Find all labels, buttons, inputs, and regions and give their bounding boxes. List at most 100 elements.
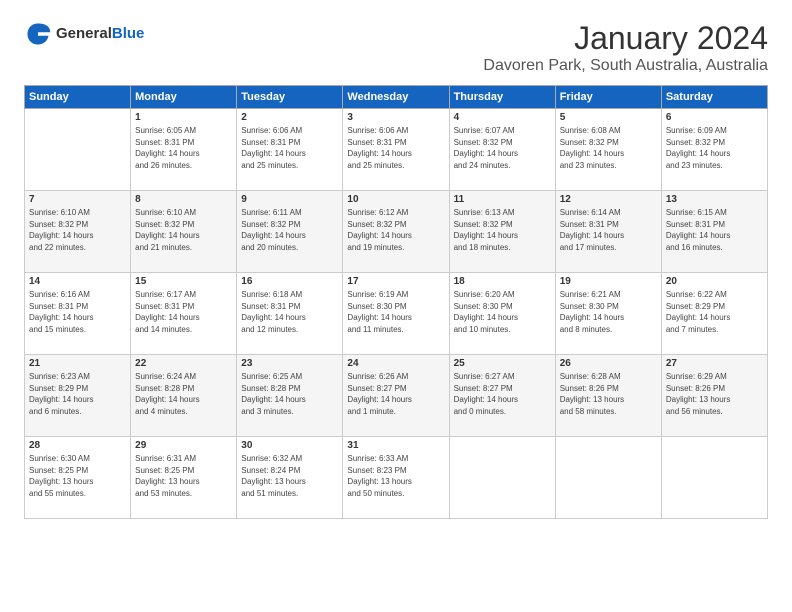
day-cell: 10Sunrise: 6:12 AM Sunset: 8:32 PM Dayli… [343,191,449,273]
day-cell: 14Sunrise: 6:16 AM Sunset: 8:31 PM Dayli… [25,273,131,355]
day-info: Sunrise: 6:13 AM Sunset: 8:32 PM Dayligh… [454,207,551,253]
day-info: Sunrise: 6:26 AM Sunset: 8:27 PM Dayligh… [347,371,444,417]
header-row: SundayMondayTuesdayWednesdayThursdayFrid… [25,86,768,109]
day-cell: 30 Sunrise: 6:32 AM Sunset: 8:24 PM Dayli… [237,437,343,519]
day-cell: 18 Sunrise: 6:20 AM Sunset: 8:30 PM Dayli… [449,273,555,355]
day-cell [25,109,131,191]
day-cell: 11 Sunrise: 6:13 AM Sunset: 8:32 PM Dayli… [449,191,555,273]
week-row-2: 14Sunrise: 6:16 AM Sunset: 8:31 PM Dayli… [25,273,768,355]
day-cell: 8Sunrise: 6:10 AM Sunset: 8:32 PM Daylig… [131,191,237,273]
page: GeneralBlue January 2024 Davoren Park, S… [0,0,792,612]
header-cell-sunday: Sunday [25,86,131,109]
day-info: Sunrise: 6:24 AM Sunset: 8:28 PM Dayligh… [135,371,232,417]
day-number: 16 [241,276,338,287]
day-number: 7 [29,194,126,205]
day-number: 21 [29,358,126,369]
day-cell: 26Sunrise: 6:28 AM Sunset: 8:26 PM Dayli… [555,355,661,437]
week-row-3: 21 Sunrise: 6:23 AM Sunset: 8:29 PM Dayli… [25,355,768,437]
day-info: Sunrise: 6:12 AM Sunset: 8:32 PM Dayligh… [347,207,444,253]
location: Davoren Park, South Australia, Australia [483,57,768,75]
day-number: 20 [666,276,763,287]
day-info: Sunrise: 6:16 AM Sunset: 8:31 PM Dayligh… [29,289,126,335]
day-info: Sunrise: 6:14 AM Sunset: 8:31 PM Dayligh… [560,207,657,253]
logo-icon [24,20,52,48]
day-number: 3 [347,112,444,123]
header-cell-tuesday: Tuesday [237,86,343,109]
day-cell: 1Sunrise: 6:05 AM Sunset: 8:31 PM Daylig… [131,109,237,191]
week-row-1: 7 Sunrise: 6:10 AM Sunset: 8:32 PM Daylig… [25,191,768,273]
logo-general: General [56,25,112,42]
day-info: Sunrise: 6:25 AM Sunset: 8:28 PM Dayligh… [241,371,338,417]
day-info: Sunrise: 6:23 AM Sunset: 8:29 PM Dayligh… [29,371,126,417]
header-cell-monday: Monday [131,86,237,109]
day-info: Sunrise: 6:17 AM Sunset: 8:31 PM Dayligh… [135,289,232,335]
header-cell-saturday: Saturday [661,86,767,109]
day-info: Sunrise: 6:31 AM Sunset: 8:25 PM Dayligh… [135,453,232,499]
day-number: 22 [135,358,232,369]
day-cell: 29 Sunrise: 6:31 AM Sunset: 8:25 PM Dayli… [131,437,237,519]
day-cell: 9Sunrise: 6:11 AM Sunset: 8:32 PM Daylig… [237,191,343,273]
calendar-table: SundayMondayTuesdayWednesdayThursdayFrid… [24,85,768,519]
day-number: 15 [135,276,232,287]
day-cell: 28 Sunrise: 6:30 AM Sunset: 8:25 PM Dayli… [25,437,131,519]
day-info: Sunrise: 6:08 AM Sunset: 8:32 PM Dayligh… [560,125,657,171]
day-cell [555,437,661,519]
week-row-4: 28 Sunrise: 6:30 AM Sunset: 8:25 PM Dayli… [25,437,768,519]
day-cell: 27Sunrise: 6:29 AM Sunset: 8:26 PM Dayli… [661,355,767,437]
logo-text: GeneralBlue [56,25,144,43]
day-number: 6 [666,112,763,123]
logo: GeneralBlue [24,20,144,48]
day-info: Sunrise: 6:09 AM Sunset: 8:32 PM Dayligh… [666,125,763,171]
day-cell: 23Sunrise: 6:25 AM Sunset: 8:28 PM Dayli… [237,355,343,437]
day-cell: 15 Sunrise: 6:17 AM Sunset: 8:31 PM Dayli… [131,273,237,355]
day-number: 28 [29,440,126,451]
day-cell: 25Sunrise: 6:27 AM Sunset: 8:27 PM Dayli… [449,355,555,437]
header-cell-wednesday: Wednesday [343,86,449,109]
day-cell: 13 Sunrise: 6:15 AM Sunset: 8:31 PM Dayli… [661,191,767,273]
day-info: Sunrise: 6:22 AM Sunset: 8:29 PM Dayligh… [666,289,763,335]
day-info: Sunrise: 6:18 AM Sunset: 8:31 PM Dayligh… [241,289,338,335]
day-cell: 6 Sunrise: 6:09 AM Sunset: 8:32 PM Daylig… [661,109,767,191]
day-number: 2 [241,112,338,123]
header-cell-thursday: Thursday [449,86,555,109]
day-cell: 12Sunrise: 6:14 AM Sunset: 8:31 PM Dayli… [555,191,661,273]
day-cell: 22 Sunrise: 6:24 AM Sunset: 8:28 PM Dayli… [131,355,237,437]
day-cell: 5Sunrise: 6:08 AM Sunset: 8:32 PM Daylig… [555,109,661,191]
day-number: 27 [666,358,763,369]
day-info: Sunrise: 6:06 AM Sunset: 8:31 PM Dayligh… [347,125,444,171]
day-number: 17 [347,276,444,287]
day-info: Sunrise: 6:20 AM Sunset: 8:30 PM Dayligh… [454,289,551,335]
day-info: Sunrise: 6:21 AM Sunset: 8:30 PM Dayligh… [560,289,657,335]
day-cell: 17Sunrise: 6:19 AM Sunset: 8:30 PM Dayli… [343,273,449,355]
day-info: Sunrise: 6:10 AM Sunset: 8:32 PM Dayligh… [135,207,232,253]
day-cell: 4 Sunrise: 6:07 AM Sunset: 8:32 PM Daylig… [449,109,555,191]
day-number: 9 [241,194,338,205]
day-number: 25 [454,358,551,369]
title-block: January 2024 Davoren Park, South Austral… [483,20,768,75]
month-title: January 2024 [483,20,768,57]
day-number: 19 [560,276,657,287]
day-number: 1 [135,112,232,123]
day-number: 4 [454,112,551,123]
day-info: Sunrise: 6:33 AM Sunset: 8:23 PM Dayligh… [347,453,444,499]
day-info: Sunrise: 6:07 AM Sunset: 8:32 PM Dayligh… [454,125,551,171]
day-cell: 3 Sunrise: 6:06 AM Sunset: 8:31 PM Daylig… [343,109,449,191]
day-info: Sunrise: 6:15 AM Sunset: 8:31 PM Dayligh… [666,207,763,253]
day-cell: 19 Sunrise: 6:21 AM Sunset: 8:30 PM Dayli… [555,273,661,355]
day-info: Sunrise: 6:10 AM Sunset: 8:32 PM Dayligh… [29,207,126,253]
day-number: 30 [241,440,338,451]
day-number: 24 [347,358,444,369]
day-cell: 20 Sunrise: 6:22 AM Sunset: 8:29 PM Dayli… [661,273,767,355]
day-info: Sunrise: 6:30 AM Sunset: 8:25 PM Dayligh… [29,453,126,499]
day-cell: 21 Sunrise: 6:23 AM Sunset: 8:29 PM Dayli… [25,355,131,437]
day-cell: 24 Sunrise: 6:26 AM Sunset: 8:27 PM Dayli… [343,355,449,437]
day-info: Sunrise: 6:06 AM Sunset: 8:31 PM Dayligh… [241,125,338,171]
day-number: 29 [135,440,232,451]
day-number: 13 [666,194,763,205]
day-number: 11 [454,194,551,205]
day-number: 18 [454,276,551,287]
day-info: Sunrise: 6:32 AM Sunset: 8:24 PM Dayligh… [241,453,338,499]
week-row-0: 1Sunrise: 6:05 AM Sunset: 8:31 PM Daylig… [25,109,768,191]
day-info: Sunrise: 6:28 AM Sunset: 8:26 PM Dayligh… [560,371,657,417]
day-cell: 7 Sunrise: 6:10 AM Sunset: 8:32 PM Daylig… [25,191,131,273]
